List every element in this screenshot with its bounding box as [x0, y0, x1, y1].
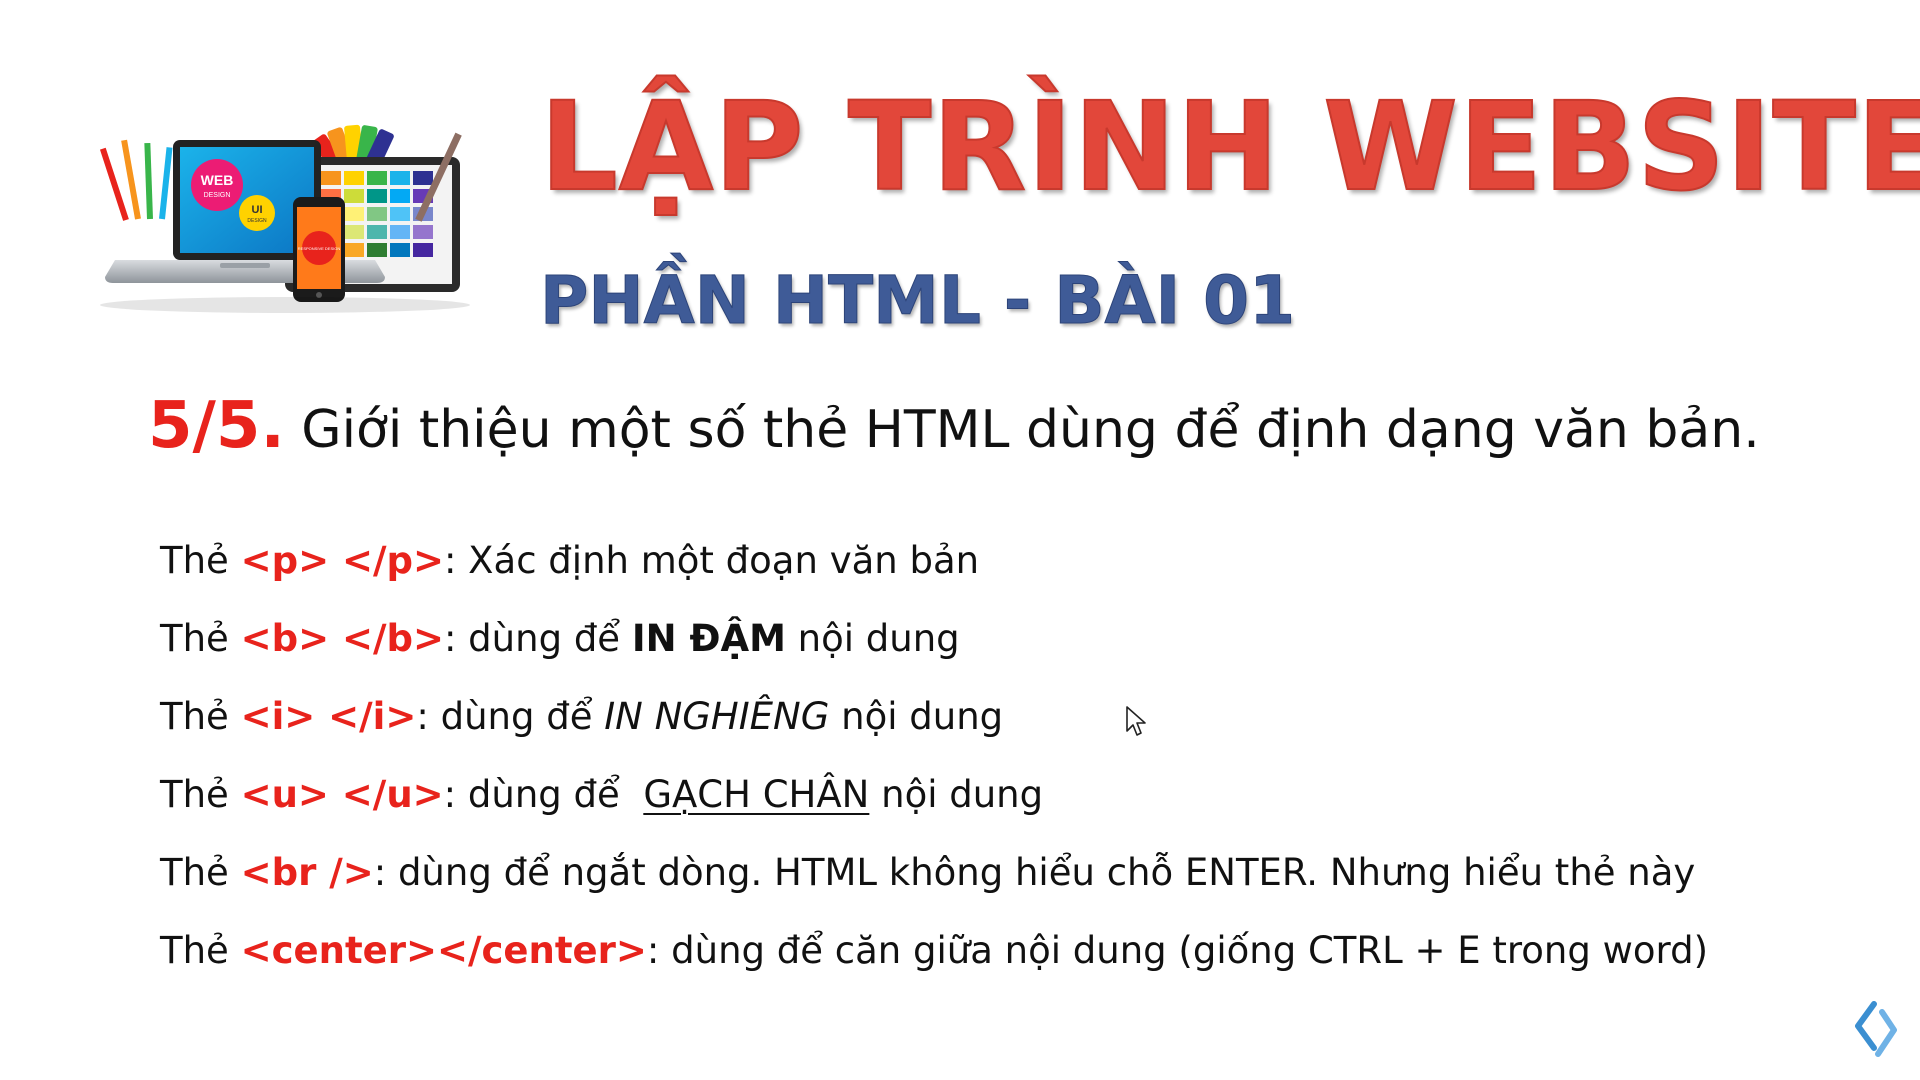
laptop-badge-web-sub: DESIGN — [204, 192, 231, 199]
tag-prefix: Thẻ — [160, 773, 241, 816]
laptop-badge-web: WEB — [201, 172, 234, 188]
phone-icon: RESPONSIVE DESIGN — [293, 197, 345, 302]
tag-description: : dùng để căn giữa nội dung (giống CTRL … — [646, 929, 1709, 972]
tag-description-tail: nội dung — [829, 695, 1004, 738]
tag-list: Thẻ <p> </p>: Xác định một đoạn văn bản … — [160, 522, 1708, 990]
tag-emphasis-underline: GẠCH CHÂN — [643, 773, 870, 816]
tag-description: : dùng để — [416, 695, 605, 738]
tag-line-center: Thẻ <center></center>: dùng để căn giữa … — [160, 912, 1708, 990]
main-title: LẬP TRÌNH WEBSITE — [539, 76, 1920, 218]
phone-badge: RESPONSIVE DESIGN — [298, 246, 341, 251]
slide: WEB DESIGN UI DESIGN RESPONSIVE DESIGN L… — [0, 0, 1920, 1080]
web-design-devices-illustration: WEB DESIGN UI DESIGN RESPONSIVE DESIGN — [99, 124, 470, 313]
tag-line-i: Thẻ <i> </i>: dùng để IN NGHIÊNG nội dun… — [160, 678, 1708, 756]
tag-description-tail: nội dung — [785, 617, 960, 660]
chevron-logo-icon — [1855, 1001, 1897, 1057]
tag-prefix: Thẻ — [160, 617, 241, 660]
tag-line-b: Thẻ <b> </b>: dùng để IN ĐẬM nội dung — [160, 600, 1708, 678]
tag-code: <p> </p> — [240, 539, 444, 582]
tag-emphasis-bold: IN ĐẬM — [631, 617, 786, 660]
tag-code: <u> </u> — [240, 773, 444, 816]
mouse-pointer-icon — [1126, 706, 1146, 736]
tag-description: : dùng để — [443, 617, 632, 660]
tag-line-u: Thẻ <u> </u>: dùng để GẠCH CHÂN nội dung — [160, 756, 1708, 834]
tag-code: <br /> — [240, 851, 374, 894]
tag-prefix: Thẻ — [160, 851, 241, 894]
tag-description: : Xác định một đoạn văn bản — [443, 539, 980, 582]
tag-emphasis-italic: IN NGHIÊNG — [604, 695, 830, 738]
tag-line-p: Thẻ <p> </p>: Xác định một đoạn văn bản — [160, 522, 1708, 600]
tag-prefix: Thẻ — [160, 539, 241, 582]
tag-prefix: Thẻ — [160, 695, 241, 738]
section-heading: 5/5. Giới thiệu một số thẻ HTML dùng để … — [148, 388, 1760, 465]
laptop-badge-ui: UI — [252, 204, 263, 216]
tag-description-tail: nội dung — [869, 773, 1044, 816]
tag-line-br: Thẻ <br />: dùng để ngắt dòng. HTML khôn… — [160, 834, 1708, 912]
tag-description: : dùng để — [443, 773, 644, 816]
tag-code: <b> </b> — [240, 617, 444, 660]
tag-code: <center></center> — [240, 929, 647, 972]
section-title: Giới thiệu một số thẻ HTML dùng để định … — [301, 400, 1760, 460]
section-number: 5/5. — [148, 389, 285, 463]
pencils-icon — [99, 139, 173, 221]
sub-title: PHẦN HTML - BÀI 01 — [539, 262, 1296, 339]
tag-code: <i> </i> — [240, 695, 417, 738]
tag-description: : dùng để ngắt dòng. HTML không hiểu chỗ… — [373, 851, 1696, 894]
tag-prefix: Thẻ — [160, 929, 241, 972]
laptop-badge-ui-sub: DESIGN — [247, 218, 267, 224]
